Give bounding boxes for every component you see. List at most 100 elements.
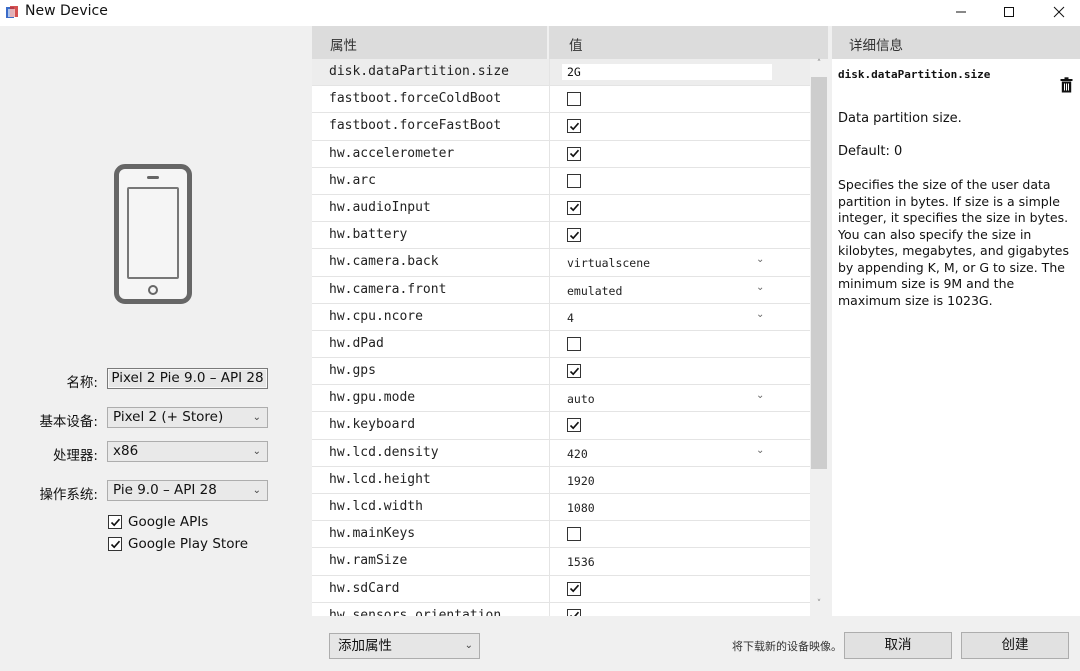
property-value-cell[interactable]	[549, 194, 810, 222]
property-checkbox[interactable]	[567, 146, 581, 161]
property-key: hw.lcd.density	[329, 444, 439, 460]
checkmark-icon	[569, 204, 579, 212]
close-button[interactable]	[1036, 0, 1080, 24]
cancel-button[interactable]: 取消	[844, 632, 952, 659]
property-value-cell[interactable]: 1080	[549, 494, 810, 521]
title-bar: New Device	[0, 0, 1080, 26]
table-row[interactable]: hw.gpu.mode auto ⌄	[312, 385, 810, 413]
property-key: hw.sensors.orientation	[329, 607, 502, 616]
property-value-cell[interactable]: 4 ⌄	[549, 303, 810, 330]
property-value-cell[interactable]	[549, 575, 810, 602]
base-device-select[interactable]: Pixel 2 (+ Store) ⌄	[107, 407, 268, 428]
cpu-select[interactable]: x86 ⌄	[107, 441, 268, 462]
property-value-cell[interactable]: emulated ⌄	[549, 276, 810, 303]
minimize-button[interactable]	[938, 0, 984, 24]
table-row[interactable]: hw.lcd.height 1920	[312, 466, 810, 494]
os-value: Pie 9.0 – API 28	[113, 482, 217, 498]
property-value-cell[interactable]	[549, 167, 810, 194]
property-value-cell[interactable]: virtualscene ⌄	[549, 249, 810, 276]
detail-summary: Data partition size.	[838, 111, 962, 126]
table-row[interactable]: hw.arc	[312, 167, 810, 195]
property-value: 1080	[567, 501, 595, 515]
table-row[interactable]: hw.ramSize 1536	[312, 548, 810, 576]
property-value-cell[interactable]: 1536	[549, 548, 810, 575]
property-key: hw.gps	[329, 363, 376, 379]
os-select[interactable]: Pie 9.0 – API 28 ⌄	[107, 480, 268, 501]
column-header-property[interactable]: 属性	[312, 26, 549, 59]
property-value-cell[interactable]: auto ⌄	[549, 385, 810, 412]
property-key: hw.camera.front	[329, 281, 447, 297]
property-key: fastboot.forceColdBoot	[329, 91, 502, 107]
table-row[interactable]: hw.lcd.width 1080	[312, 494, 810, 522]
maximize-button[interactable]	[986, 0, 1032, 24]
table-row[interactable]: hw.sdCard	[312, 575, 810, 603]
table-row[interactable]: hw.keyboard	[312, 412, 810, 440]
table-row[interactable]: hw.accelerometer	[312, 140, 810, 168]
property-value-cell[interactable]	[549, 358, 810, 385]
table-row[interactable]: disk.dataPartition.size 2G	[312, 59, 810, 87]
property-checkbox[interactable]	[567, 364, 581, 379]
google-apis-checkbox[interactable]: Google APIs	[108, 514, 208, 530]
table-row[interactable]: hw.camera.back virtualscene ⌄	[312, 249, 810, 277]
table-row[interactable]: fastboot.forceColdBoot	[312, 86, 810, 114]
table-row[interactable]: hw.lcd.density 420 ⌄	[312, 439, 810, 467]
property-checkbox[interactable]	[567, 608, 581, 616]
checkbox-box[interactable]	[108, 515, 122, 529]
scroll-down-icon[interactable]: ˅	[810, 599, 828, 615]
table-row[interactable]: hw.battery	[312, 222, 810, 250]
property-key: hw.audioInput	[329, 199, 431, 215]
property-checkbox[interactable]	[567, 418, 581, 433]
table-row[interactable]: hw.gps	[312, 358, 810, 386]
property-checkbox[interactable]	[567, 173, 581, 188]
property-checkbox[interactable]	[567, 119, 581, 134]
checkmark-icon	[569, 367, 579, 375]
property-value-input[interactable]: 2G	[562, 64, 772, 80]
property-value-cell[interactable]: 1920	[549, 466, 810, 493]
property-checkbox[interactable]	[567, 581, 581, 596]
table-row[interactable]: hw.audioInput	[312, 194, 810, 223]
property-value-cell[interactable]	[549, 140, 810, 167]
checkbox-box[interactable]	[108, 537, 122, 551]
table-row[interactable]: hw.mainKeys	[312, 521, 810, 549]
add-property-select[interactable]: 添加属性 ⌄	[329, 633, 480, 659]
chevron-down-icon[interactable]: ⌄	[756, 445, 764, 456]
property-value-cell[interactable]	[549, 602, 810, 616]
property-checkbox[interactable]	[567, 336, 581, 351]
chevron-down-icon[interactable]: ⌄	[756, 390, 764, 401]
scrollbar-thumb[interactable]	[811, 77, 827, 469]
property-checkbox[interactable]	[567, 200, 581, 215]
property-value-cell[interactable]	[549, 521, 810, 548]
trash-icon[interactable]	[1060, 77, 1073, 93]
property-key: hw.dPad	[329, 335, 384, 351]
property-checkbox[interactable]	[567, 527, 581, 542]
table-scrollbar[interactable]: ˄ ˅	[810, 59, 828, 616]
table-row[interactable]: hw.sensors.orientation	[312, 602, 810, 616]
property-checkbox[interactable]	[567, 228, 581, 243]
chevron-down-icon[interactable]: ⌄	[756, 282, 764, 293]
table-row[interactable]: fastboot.forceFastBoot	[312, 113, 810, 141]
detail-description: Specifies the size of the user data part…	[838, 177, 1069, 308]
property-value-cell[interactable]: 2G	[549, 59, 810, 86]
create-button[interactable]: 创建	[961, 632, 1069, 659]
column-header-value[interactable]: 值	[549, 26, 828, 59]
device-name-field[interactable]: Pixel 2 Pie 9.0 – API 28	[107, 368, 268, 389]
property-checkbox[interactable]	[567, 92, 581, 107]
chevron-down-icon[interactable]: ⌄	[756, 254, 764, 265]
property-value-cell[interactable]	[549, 412, 810, 439]
chevron-down-icon[interactable]: ⌄	[756, 309, 764, 320]
phone-preview-icon	[114, 164, 192, 304]
table-row[interactable]: hw.dPad	[312, 330, 810, 359]
property-value-cell[interactable]: 420 ⌄	[549, 439, 810, 466]
property-value-cell[interactable]	[549, 86, 810, 113]
scroll-up-icon[interactable]: ˄	[810, 59, 828, 75]
property-value-cell[interactable]	[549, 222, 810, 249]
property-key: fastboot.forceFastBoot	[329, 118, 502, 134]
base-device-label: 基本设备:	[39, 414, 98, 430]
table-row[interactable]: hw.camera.front emulated ⌄	[312, 276, 810, 304]
phone-speaker	[147, 176, 159, 179]
property-value-cell[interactable]	[549, 330, 810, 358]
table-row[interactable]: hw.cpu.ncore 4 ⌄	[312, 303, 810, 331]
details-header: 详细信息	[832, 26, 1080, 59]
google-play-store-checkbox[interactable]: Google Play Store	[108, 536, 248, 552]
property-value-cell[interactable]	[549, 113, 810, 140]
